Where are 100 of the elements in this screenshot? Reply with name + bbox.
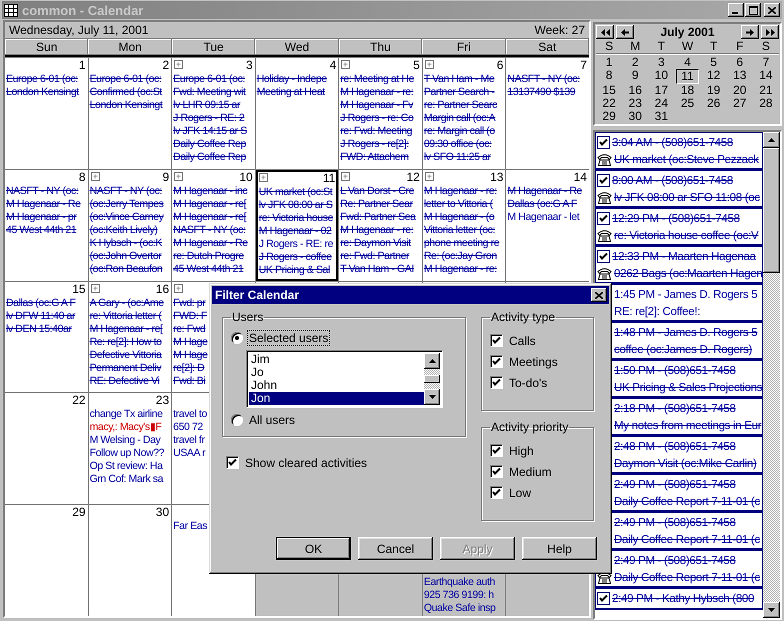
mini-calendar-day[interactable]: 11 [676,69,699,84]
calendar-entry[interactable]: (oc:John Overtor [90,250,170,263]
calendar-entry[interactable]: UK Pricing & Sal [258,264,336,277]
mini-calendar-day[interactable]: 1 [598,56,620,69]
mini-calendar-day[interactable]: 17 [650,84,672,97]
scroll-thumb[interactable] [763,148,780,273]
mini-calendar-day[interactable]: 31 [650,110,672,123]
checkbox[interactable] [490,376,503,389]
mini-calendar-day[interactable]: 26 [702,97,725,110]
user-list-item[interactable]: Jo [249,366,424,379]
scroll-thumb[interactable] [424,375,440,383]
day-cell[interactable]: 9 NASFT - NY (oc: (oc:Jerry Tempes (oc:Vince Carney (oc:Keith Lively) K Hybsch - (oc:K (oc:John Overtor (oc:Ron Beaufon [88,170,172,281]
calendar-entry[interactable]: Confirmed (oc:St [90,86,170,99]
calendar-entry[interactable]: J Rogers - RE: re [258,238,336,251]
day-cell[interactable]: 22 [5,393,88,504]
calendar-entry[interactable]: Grn Cof: Mark sa [90,473,170,486]
calendar-entry[interactable]: M Hagenaar - Re [173,236,254,250]
calendar-entry[interactable]: A Gary - (oc:Ame [90,296,170,310]
day-cell[interactable]: 8 NASFT - NY (oc: M Hagenaar - Re M Hagenaar - pr 45 West 44th 21 [5,170,88,281]
calendar-entry[interactable]: re: Fwd: Partner [340,250,421,263]
calendar-entry[interactable]: 925 736 9199: h [424,589,504,602]
mini-calendar-day[interactable]: 19 [702,84,725,97]
calendar-entry[interactable]: re: Fwd: Meeting [340,125,421,138]
calendar-entry[interactable]: M Hagenaar - Re [507,184,588,198]
user-list-item[interactable]: John [249,379,424,392]
mini-calendar-day[interactable]: 13 [728,69,751,84]
expand-icon[interactable] [424,172,434,181]
user-list-item[interactable]: Jim [249,353,424,366]
mini-calendar-day[interactable]: 4 [676,56,699,69]
calendar-entry[interactable]: M Hagenaar - re[ [173,198,254,211]
mini-calendar-day[interactable]: 30 [624,110,646,123]
calendar-entry[interactable]: Re: Partner Sear [340,198,421,211]
calendar-entry[interactable]: Dallas (oc:G A F [507,198,588,211]
mini-calendar-day[interactable]: 28 [754,97,777,110]
day-cell[interactable]: 16 A Gary - (oc:Ame re: Vittoria letter ( M Hagenaar - re[ Re: re[2]: How to Defective Vittoria Permanent Deliv RE: Defective Vi [88,282,172,392]
calendar-entry[interactable]: NASFT - NY (oc: [6,184,87,198]
calendar-entry[interactable]: Europe 6-01 (oc: [6,73,87,86]
calendar-entry[interactable]: M Welsing - Day [90,434,170,448]
calendar-entry[interactable]: (oc:Keith Lively) [90,224,170,237]
mini-calendar-day[interactable]: 25 [676,97,699,110]
radio-label[interactable]: All users [247,412,298,428]
scroll-up-button[interactable] [763,132,780,148]
checkbox-label[interactable]: Medium [509,464,552,478]
expand-icon[interactable] [424,60,434,69]
calendar-entry[interactable]: M Hagenaar - (o [424,210,504,224]
mini-calendar-day[interactable]: 15 [598,84,620,97]
calendar-entry[interactable]: RE: Defective Vi [90,374,170,388]
calendar-entry[interactable]: 13137490 $139 [507,86,588,99]
day-cell[interactable]: 29 [5,505,88,616]
calendar-entry[interactable]: 45 West 44th 21 [6,224,87,237]
calendar-entry[interactable]: J Rogers - RE: 2 [173,112,254,125]
expand-icon[interactable] [341,60,350,69]
checkbox-label[interactable]: Calls [509,334,536,348]
calendar-entry[interactable]: Europe 6-01 (oc: [173,73,254,86]
mini-calendar-day[interactable]: 12 [702,69,725,84]
activity-item[interactable]: 2:49 PM - Kathy Hybsch (800 [595,588,763,610]
calendar-entry[interactable]: (oc:Ron Beaufon [90,262,170,276]
activity-item[interactable]: 12:29 PM - (508)651-7458 re: Victoria house coffee (oc:V [595,208,763,246]
checkbox[interactable] [490,465,503,478]
calendar-entry[interactable]: (oc:Vince Carney [90,210,170,224]
calendar-entry[interactable]: 09:30 office (oc: [424,138,504,151]
previous-month-button[interactable] [616,25,634,39]
scroll-down-button[interactable] [424,389,440,405]
mini-calendar-day[interactable]: 29 [598,110,620,123]
calendar-entry[interactable]: M Hagenaar - re: [340,86,421,99]
mini-calendar-day[interactable]: 18 [676,84,699,97]
day-cell[interactable]: 1 Europe 6-01 (oc: London Kensingt [5,58,88,169]
calendar-entry[interactable]: re: Margin call (o [424,125,504,138]
dialog-button[interactable]: Cancel [358,537,433,560]
mini-calendar-day[interactable]: 5 [702,56,725,69]
radio-label[interactable]: Selected users [247,330,330,346]
calendar-entry[interactable]: Holiday - Indepe [256,73,338,86]
mini-calendar-day[interactable]: 16 [624,84,646,97]
calendar-entry[interactable]: M Hagenaar - re[ [173,210,254,224]
calendar-entry[interactable]: L Van Dorst - Cre [340,184,421,198]
calendar-entry[interactable]: M Hagenaar - Re [6,198,87,211]
calendar-entry[interactable]: M Hagenaar - re: [424,262,504,276]
calendar-entry[interactable]: NASFT - NY (oc: [507,73,588,86]
mini-calendar-day[interactable]: 20 [728,84,751,97]
calendar-entry[interactable]: M Hagenaar - inc [173,184,254,198]
calendar-entry[interactable]: London Kensingt [90,99,170,112]
day-cell[interactable]: 15 Dallas (oc:G A F lv DFW 11:40 ar lv DEN 15:40ar [5,282,88,392]
expand-icon[interactable] [90,172,100,181]
day-cell[interactable]: 30 [88,505,172,616]
checkbox[interactable] [490,486,503,499]
checkbox-label[interactable]: Low [509,486,532,500]
mini-calendar-day[interactable]: 3 [650,56,672,69]
day-cell[interactable]: 14 M Hagenaar - Re Dallas (oc:G A F M Hagenaar - let [506,170,589,281]
calendar-entry[interactable]: re: Victoria house [258,212,336,225]
scroll-down-button[interactable] [763,602,780,618]
checkbox-label[interactable]: Meetings [509,354,558,368]
calendar-entry[interactable]: NASFT - NY (oc: [173,224,254,237]
next-month-button[interactable] [741,25,759,39]
calendar-entry[interactable]: J Rogers - re[2]: [340,138,421,151]
mini-calendar-day[interactable]: 6 [728,56,751,69]
calendar-entry[interactable]: Op St review: Ha [90,460,170,474]
expand-icon[interactable] [174,284,184,293]
mini-calendar-day[interactable]: 27 [728,97,751,110]
calendar-entry[interactable]: NASFT - NY (oc: [90,184,170,198]
calendar-entry[interactable]: phone meeting re [424,236,504,250]
